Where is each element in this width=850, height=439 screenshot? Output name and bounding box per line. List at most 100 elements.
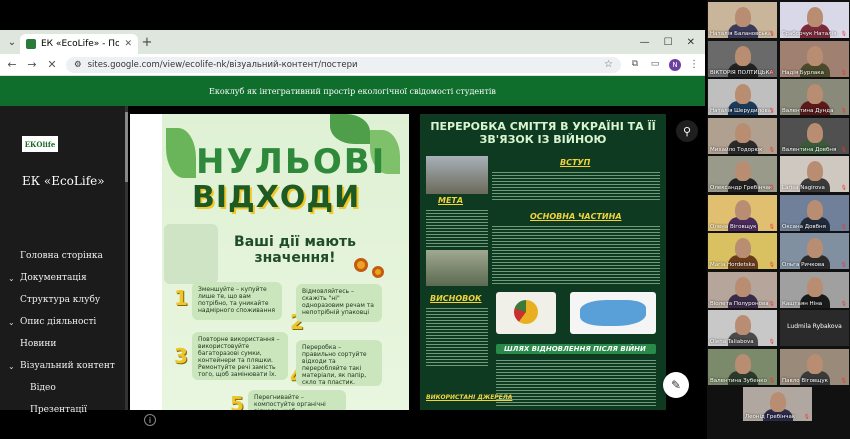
participant-tile[interactable]: Maria Hordetska 🎙 [708, 233, 777, 269]
stop-loading-icon[interactable]: ✕ [46, 58, 58, 71]
video-call-participants: Наталія Балановська 🎙 Граборчук Наталія 🎙 ВІ… [707, 0, 850, 439]
participant-tile[interactable]: Наталія Балановська 🎙 [708, 2, 777, 38]
muted-mic-icon: 🎙 [768, 31, 775, 37]
pie-chart-image [496, 292, 556, 334]
participant-face [735, 7, 751, 27]
tab-posters[interactable]: ЕК «EcoLife» - Постери ✕ [20, 34, 138, 54]
chevron-down-icon[interactable]: ⌄ [8, 318, 20, 327]
landfill-photo [426, 156, 488, 194]
forward-icon[interactable]: → [26, 58, 38, 71]
site-title[interactable]: ЕК «EcoLife» [22, 172, 122, 190]
participant-face [807, 238, 823, 258]
participant-face [807, 199, 823, 220]
nav-item-activity[interactable]: ⌄ Опис діяльності [8, 311, 126, 333]
chevron-down-icon[interactable]: ⌄ [8, 274, 20, 283]
chevron-down-icon[interactable]: ⌄ [8, 362, 20, 371]
participant-name: Maria Hordetska [710, 262, 756, 268]
nav-item-club-structure[interactable]: Структура клубу [8, 289, 126, 311]
participant-tile[interactable]: Olena Taliabova 🎙 [708, 310, 777, 346]
close-window-icon[interactable]: ✕ [687, 37, 695, 48]
postwar-text [496, 358, 656, 408]
bookmark-star-icon[interactable]: ☆ [604, 59, 613, 70]
participant-face [735, 84, 751, 104]
site-header-text: Екоклуб як інтегративний простір екологі… [209, 86, 496, 96]
nav-item-video[interactable]: Відео [8, 377, 126, 399]
participant-face [807, 7, 823, 27]
edit-pencil-icon[interactable]: ✎ [663, 372, 689, 398]
participant-tile[interactable]: Каштаян Ніна 🎙 [780, 271, 849, 308]
zoom-search-icon[interactable]: ⚲ [676, 120, 698, 142]
address-bar: ← → ✕ ⚙ sites.google.com/view/ecolife-nk… [0, 54, 705, 76]
participant-tile[interactable]: Надія Бурлака 🎙 [780, 40, 849, 77]
muted-mic-icon: 🎙 [803, 414, 810, 420]
participant-tile[interactable]: Оксана Довбня 🎙 [780, 194, 849, 231]
site-logo[interactable]: ЕКОlife [22, 136, 58, 152]
war-photo [426, 250, 488, 286]
item-number: 1 [174, 286, 188, 310]
extensions-icon[interactable]: ⧉ [629, 59, 641, 71]
tip-card-reduce: Зменшуйте – купуйте лише те, що вам потр… [192, 282, 282, 320]
site-body: ЕКОlife ЕК «EcoLife» Головна сторінка ⌄ Д… [0, 106, 705, 426]
participant-tile[interactable]: Павло Віговщук 🎙 [780, 348, 849, 385]
participant-name: Наталія Балановська [710, 31, 772, 37]
section-conclusions: ВИСНОВОК [430, 294, 482, 303]
back-icon[interactable]: ← [6, 58, 18, 71]
nav-item-documentation[interactable]: ⌄ Документація [8, 267, 126, 289]
participant-tile[interactable]: Валентина Дунда 🎙 [780, 79, 849, 115]
tab-search-icon[interactable]: ⌄ [4, 34, 20, 50]
participant-name: Наталія Шерудилова [710, 108, 772, 114]
poster-zero-waste[interactable]: НУЛЬОВІ ВІДХОДИ Ваші дії мають значення!… [130, 114, 409, 410]
nav-item-presentations[interactable]: Презентації [8, 399, 126, 421]
participant-tile[interactable]: Михайло Тодорюк 🎙 [708, 117, 777, 154]
muted-mic-icon: 🎙 [768, 108, 775, 114]
poster1-title-line2: ВІДХОДИ [192, 180, 361, 215]
info-icon[interactable]: i [144, 414, 156, 426]
url-field[interactable]: ⚙ sites.google.com/view/ecolife-nk/візуа… [66, 56, 621, 73]
participant-face [735, 238, 751, 258]
site-favicon-icon [26, 39, 36, 49]
participant-face [735, 45, 751, 66]
poster-waste-recycling-war[interactable]: ПЕРЕРОБКА СМІТТЯ В УКРАЇНІ ТА ЇЇ ЗВ'ЯЗОК… [420, 114, 666, 410]
minimize-icon[interactable]: — [640, 37, 650, 48]
new-tab-button[interactable]: + [138, 35, 156, 50]
browser-window: ⌄ ЕК «EcoLife» - Постери ✕ + — ☐ ✕ ← → ✕… [0, 30, 705, 426]
participant-face [807, 161, 823, 181]
participant-tile[interactable]: Олександр Гребінчак 🎙 [708, 156, 777, 192]
participant-tile[interactable]: Ludmila Rybakova [780, 310, 849, 346]
site-header: Екоклуб як інтегративний простір екологі… [0, 76, 705, 106]
nav-item-home[interactable]: Головна сторінка [8, 245, 126, 267]
participant-tile[interactable]: Ольга Ричкова 🎙 [780, 233, 849, 269]
participant-tile[interactable]: Олена Віговщук 🎙 [708, 194, 777, 231]
participant-tile[interactable]: ВІКТОРІЯ ПОЛТИЦЬКА 🎙 [708, 40, 777, 77]
participant-name: Віолета Полуронова [710, 300, 769, 307]
screen: ⌄ ЕК «EcoLife» - Постери ✕ + — ☐ ✕ ← → ✕… [0, 0, 850, 439]
participant-tile[interactable]: Віолета Полуронова 🎙 [708, 271, 777, 308]
participant-name: Граборчук Наталія [782, 31, 837, 37]
participant-tile[interactable]: Валентина Довбня 🎙 [780, 117, 849, 154]
participant-tile[interactable]: Леонід Гребінчак 🎙 [743, 387, 812, 421]
muted-mic-icon: 🎙 [768, 262, 775, 268]
muted-mic-icon: 🎙 [840, 31, 847, 37]
nav-item-visual-content[interactable]: ⌄ Візуальний контент [8, 355, 126, 377]
participant-tile[interactable]: Валентина Зубенко 🎙 [708, 348, 777, 385]
participant-name: Olena Taliabova [710, 339, 754, 345]
participant-tile[interactable]: Граборчук Наталія 🎙 [780, 2, 849, 38]
maximize-icon[interactable]: ☐ [664, 37, 673, 48]
participant-face [807, 276, 823, 297]
participant-name: Михайло Тодорюк [710, 146, 763, 153]
close-tab-icon[interactable]: ✕ [124, 39, 132, 49]
muted-mic-icon: 🎙 [840, 108, 847, 114]
browser-menu-icon[interactable]: ⋮ [689, 59, 699, 70]
nav-item-news[interactable]: Новини [8, 333, 126, 355]
profile-avatar[interactable]: N [669, 58, 681, 71]
site-info-icon[interactable]: ⚙ [74, 60, 82, 70]
section-main: ОСНОВНА ЧАСТИНА [530, 212, 622, 221]
participant-tile[interactable]: Наталія Шерудилова 🎙 [708, 79, 777, 115]
participant-tile[interactable]: Larisa Nagirova 🎙 [780, 156, 849, 192]
muted-mic-icon: 🎙 [768, 146, 775, 153]
muted-mic-icon: 🎙 [840, 185, 847, 191]
sidebar-toggle-icon[interactable]: ▭ [649, 59, 661, 71]
tip-card-recycle: Переробка – правильно сортуйте відходи т… [296, 340, 382, 386]
tip-card-reuse: Повторне використання – використовуйте б… [192, 332, 288, 380]
participant-name: Ludmila Rybakova [787, 323, 842, 330]
